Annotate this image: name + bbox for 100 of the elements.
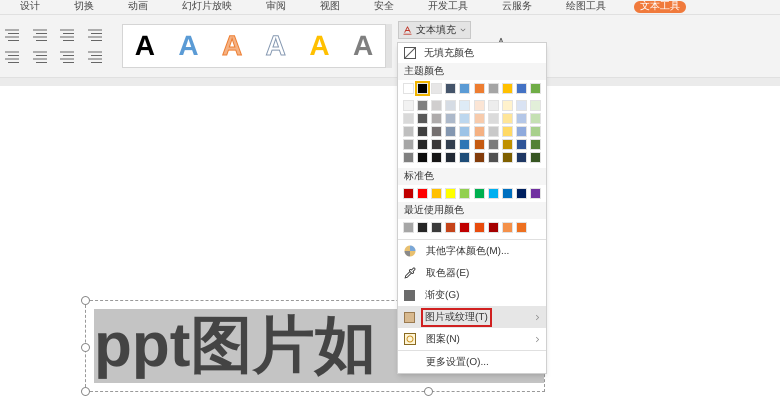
color-swatch[interactable] (530, 188, 541, 199)
color-swatch[interactable] (417, 100, 428, 111)
color-swatch[interactable] (530, 152, 541, 163)
color-swatch[interactable] (530, 83, 541, 94)
paragraph-format-icon[interactable] (59, 29, 75, 41)
color-swatch[interactable] (459, 188, 470, 199)
ribbon-tab[interactable]: 视图 (314, 1, 346, 13)
color-swatch[interactable] (403, 139, 414, 150)
color-swatch[interactable] (530, 126, 541, 137)
menu-item[interactable]: 取色器(E) (398, 262, 546, 284)
color-swatch[interactable] (403, 188, 414, 199)
color-swatch[interactable] (502, 188, 513, 199)
paragraph-format-icon[interactable] (86, 51, 102, 63)
color-swatch[interactable] (488, 188, 499, 199)
color-swatch[interactable] (516, 100, 527, 111)
color-swatch[interactable] (431, 139, 442, 150)
color-swatch[interactable] (417, 126, 428, 137)
color-swatch[interactable] (488, 100, 499, 111)
ribbon-tab[interactable]: 切换 (68, 1, 100, 13)
paragraph-format-icon[interactable] (59, 51, 75, 63)
color-swatch[interactable] (417, 139, 428, 150)
ribbon-tab[interactable]: 动画 (122, 1, 154, 13)
color-swatch[interactable] (431, 126, 442, 137)
color-swatch[interactable] (431, 100, 442, 111)
resize-handle[interactable] (81, 296, 90, 305)
color-swatch[interactable] (502, 139, 513, 150)
resize-handle[interactable] (81, 387, 90, 396)
color-swatch[interactable] (459, 139, 470, 150)
color-swatch[interactable] (445, 126, 456, 137)
color-swatch[interactable] (403, 113, 414, 124)
color-swatch[interactable] (516, 188, 527, 199)
color-swatch[interactable] (502, 126, 513, 137)
color-swatch[interactable] (417, 188, 428, 199)
color-swatch[interactable] (445, 113, 456, 124)
color-swatch[interactable] (417, 113, 428, 124)
color-swatch[interactable] (502, 100, 513, 111)
color-swatch[interactable] (431, 152, 442, 163)
color-swatch[interactable] (474, 152, 484, 163)
color-swatch[interactable] (445, 222, 456, 233)
color-swatch[interactable] (417, 152, 428, 163)
menu-item[interactable]: 无填充颜色 (398, 43, 546, 63)
color-swatch[interactable] (431, 188, 442, 199)
color-swatch[interactable] (417, 83, 428, 94)
menu-item[interactable]: 图案(N) (398, 328, 546, 350)
color-swatch[interactable] (431, 113, 442, 124)
color-swatch[interactable] (488, 126, 499, 137)
color-swatch[interactable] (445, 100, 456, 111)
text-fill-button[interactable]: 文本填充 (398, 21, 471, 39)
color-swatch[interactable] (474, 113, 484, 124)
ribbon-tab[interactable]: 绘图工具 (560, 1, 612, 13)
ribbon-tab[interactable]: 开发工具 (422, 1, 474, 13)
color-swatch[interactable] (516, 113, 527, 124)
color-swatch[interactable] (530, 100, 541, 111)
color-swatch[interactable] (474, 188, 484, 199)
ribbon-tab[interactable]: 设计 (14, 1, 46, 13)
ribbon-tab[interactable]: 安全 (368, 1, 400, 13)
color-swatch[interactable] (516, 222, 527, 233)
ribbon-tab[interactable]: 幻灯片放映 (176, 1, 238, 13)
color-swatch[interactable] (459, 83, 470, 94)
color-swatch[interactable] (459, 152, 470, 163)
menu-item[interactable]: 其他字体颜色(M)... (398, 240, 546, 262)
color-swatch[interactable] (417, 222, 428, 233)
ribbon-tab[interactable]: 审阅 (260, 1, 292, 13)
color-swatch[interactable] (459, 222, 470, 233)
color-swatch[interactable] (488, 222, 499, 233)
color-swatch[interactable] (516, 83, 527, 94)
color-swatch[interactable] (445, 188, 456, 199)
color-swatch[interactable] (488, 83, 499, 94)
color-swatch[interactable] (474, 83, 484, 94)
color-swatch[interactable] (516, 152, 527, 163)
color-swatch[interactable] (530, 113, 541, 124)
color-swatch[interactable] (474, 222, 484, 233)
color-swatch[interactable] (474, 139, 484, 150)
text-style-preset[interactable]: A (352, 32, 374, 60)
color-swatch[interactable] (502, 152, 513, 163)
menu-item[interactable]: 更多设置(O)... (398, 351, 546, 373)
color-swatch[interactable] (488, 113, 499, 124)
color-swatch[interactable] (445, 83, 456, 94)
text-style-preset[interactable]: A (134, 32, 155, 60)
color-swatch[interactable] (474, 100, 484, 111)
ribbon-tab[interactable]: 云服务 (496, 1, 538, 13)
color-swatch[interactable] (502, 222, 513, 233)
paragraph-format-icon[interactable] (4, 51, 20, 63)
color-swatch[interactable] (445, 139, 456, 150)
color-swatch[interactable] (459, 126, 470, 137)
color-swatch[interactable] (530, 139, 541, 150)
color-swatch[interactable] (403, 126, 414, 137)
color-swatch[interactable] (488, 139, 499, 150)
color-swatch[interactable] (403, 83, 414, 94)
color-swatch[interactable] (431, 222, 442, 233)
color-swatch[interactable] (516, 139, 527, 150)
color-swatch[interactable] (459, 113, 470, 124)
paragraph-format-icon[interactable] (32, 51, 48, 63)
resize-handle[interactable] (81, 343, 90, 352)
color-swatch[interactable] (431, 83, 442, 94)
menu-item[interactable]: 图片或纹理(T) (398, 306, 546, 328)
color-swatch[interactable] (445, 152, 456, 163)
color-swatch[interactable] (502, 83, 513, 94)
paragraph-format-icon[interactable] (32, 29, 48, 41)
color-swatch[interactable] (516, 126, 527, 137)
